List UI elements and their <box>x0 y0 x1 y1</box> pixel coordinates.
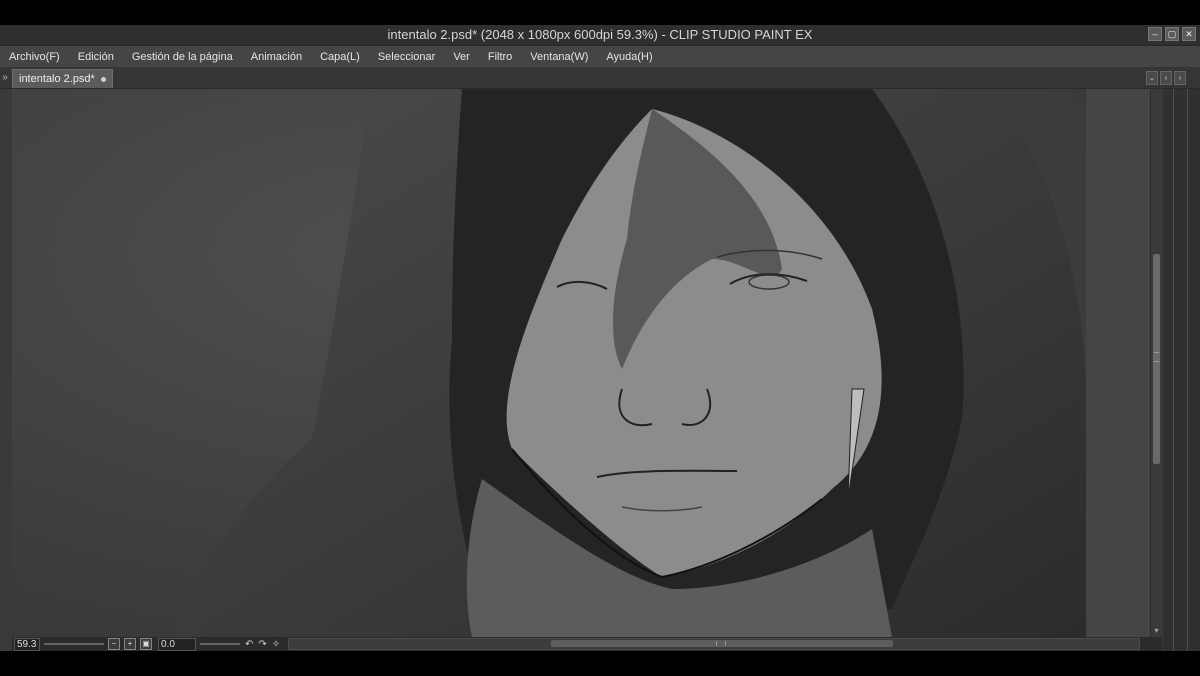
maximize-button[interactable]: ▢ <box>1165 27 1179 41</box>
document-tab-label: intentalo 2.psd* <box>19 73 95 85</box>
zoom-field[interactable]: 59.3 <box>14 637 40 651</box>
title-bar: intentalo 2.psd* (2048 x 1080px 600dpi 5… <box>0 25 1200 46</box>
menu-ver[interactable]: Ver <box>444 51 479 63</box>
window-title: intentalo 2.psd* (2048 x 1080px 600dpi 5… <box>387 27 813 42</box>
rotate-right-icon[interactable]: ↷ <box>258 639 266 650</box>
document-tab-bar: » intentalo 2.psd* ⌄ ‹ › <box>0 67 1200 89</box>
menu-edicion[interactable]: Edición <box>69 51 123 63</box>
menu-archivo[interactable]: Archivo(F) <box>0 51 69 63</box>
clip-studio-window: intentalo 2.psd* (2048 x 1080px 600dpi 5… <box>0 25 1200 651</box>
menu-animacion[interactable]: Animación <box>242 51 311 63</box>
horizontal-scroll-thumb[interactable] <box>551 640 894 647</box>
rotation-field[interactable]: 0.0 <box>158 637 196 651</box>
vertical-scroll-grip-icon <box>1154 352 1159 362</box>
minimize-button[interactable]: – <box>1148 27 1162 41</box>
rotate-left-icon[interactable]: ↶ <box>245 639 253 650</box>
canvas-margin <box>1086 89 1150 637</box>
dock-divider <box>1173 89 1174 651</box>
expand-panel-icon[interactable]: » <box>0 71 10 85</box>
menu-capa[interactable]: Capa(L) <box>311 51 369 63</box>
document-tab[interactable]: intentalo 2.psd* <box>12 69 113 88</box>
menu-ventana[interactable]: Ventana(W) <box>521 51 597 63</box>
horizontal-scrollbar[interactable] <box>288 638 1141 650</box>
right-dock-panel <box>1163 89 1200 651</box>
zoom-slider[interactable] <box>44 641 104 647</box>
close-button[interactable]: ✕ <box>1182 27 1196 41</box>
tab-scroll-left-icon[interactable]: ‹ <box>1160 71 1172 85</box>
artwork-canvas[interactable] <box>12 89 1150 637</box>
window-controls: – ▢ ✕ <box>1148 27 1196 41</box>
fit-view-icon[interactable]: ▣ <box>140 638 152 650</box>
dock-divider <box>1187 89 1188 651</box>
menu-gestion-pagina[interactable]: Gestión de la página <box>123 51 242 63</box>
tab-scroll-right-icon[interactable]: › <box>1174 71 1186 85</box>
vertical-scrollbar[interactable]: ▾ <box>1150 89 1163 637</box>
tab-controls: ⌄ ‹ › <box>1146 71 1186 85</box>
zoom-out-icon[interactable]: − <box>108 638 120 650</box>
menu-filtro[interactable]: Filtro <box>479 51 521 63</box>
tab-close-icon[interactable] <box>100 76 106 82</box>
zoom-in-icon[interactable]: + <box>124 638 136 650</box>
canvas-status-bar: 59.3 − + ▣ 0.0 ↶ ↷ ✧ <box>12 637 1162 651</box>
reset-rotation-icon[interactable]: ✧ <box>272 639 280 650</box>
rotation-slider[interactable] <box>200 641 240 647</box>
canvas-area[interactable] <box>12 89 1150 637</box>
tab-list-icon[interactable]: ⌄ <box>1146 71 1158 85</box>
menu-bar: Archivo(F) Edición Gestión de la página … <box>0 46 1200 67</box>
menu-ayuda[interactable]: Ayuda(H) <box>597 51 661 63</box>
horizontal-scroll-grip-icon <box>716 641 727 646</box>
menu-seleccionar[interactable]: Seleccionar <box>369 51 444 63</box>
scroll-down-icon[interactable]: ▾ <box>1152 626 1161 635</box>
